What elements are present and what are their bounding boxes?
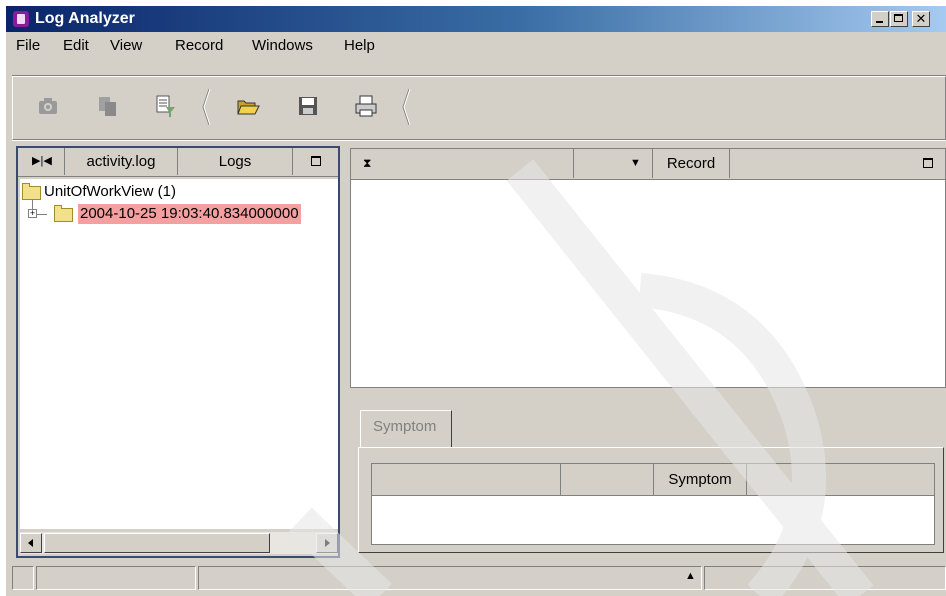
record-content[interactable] [351, 180, 945, 387]
app-window: Log Analyzer ✕ File Edit View Record Win… [6, 6, 946, 596]
symptom-panel: Symptom Symptom [350, 390, 946, 558]
print-icon [355, 95, 377, 117]
app-icon [13, 11, 29, 27]
folder-open-icon [22, 183, 41, 200]
maximize-button[interactable] [890, 11, 908, 27]
logs-pane: ▶|◀ activity.log Logs UnitOfWorkView (1)… [16, 146, 340, 558]
tree-node-label: 2004-10-25 19:03:40.834000000 [78, 204, 301, 224]
logs-maximize-button[interactable] [293, 148, 337, 175]
horizontal-scrollbar[interactable] [20, 532, 338, 554]
scroll-left-button[interactable] [20, 533, 42, 553]
record-dropdown[interactable]: ▼ [574, 149, 653, 178]
log-tree[interactable]: UnitOfWorkView (1) + 2004-10-25 19:03:40… [20, 179, 338, 529]
expand-icon[interactable]: + [28, 209, 37, 218]
record-maximize-button[interactable] [903, 149, 945, 178]
first-last-icon: ▶|◀ [32, 155, 52, 167]
maximize-icon [894, 14, 903, 22]
camera-button[interactable] [35, 93, 61, 119]
status-cell [36, 566, 196, 590]
scroll-right-button[interactable] [316, 533, 338, 553]
window-title: Log Analyzer [35, 10, 135, 27]
logs-pane-header: ▶|◀ activity.log Logs [18, 148, 338, 177]
copy-icon [99, 97, 116, 116]
close-button[interactable]: ✕ [912, 11, 930, 27]
menu-help[interactable]: Help [344, 37, 375, 54]
tree-node[interactable]: + 2004-10-25 19:03:40.834000000 [20, 200, 338, 224]
title-bar[interactable]: Log Analyzer ✕ [6, 6, 946, 32]
status-cell [12, 566, 34, 590]
menu-record[interactable]: Record [175, 37, 223, 54]
sort-button[interactable]: ⧗ [351, 149, 574, 178]
up-arrow-icon[interactable]: ▲ [685, 570, 696, 582]
tab-symptom[interactable]: Symptom [360, 410, 452, 448]
open-folder-icon [237, 100, 260, 115]
toolbar-separator [401, 87, 411, 127]
minimize-icon [876, 21, 883, 23]
menu-file[interactable]: File [16, 37, 40, 54]
folder-icon [54, 205, 73, 222]
record-pane-title: Record [653, 149, 730, 178]
copy-button[interactable] [95, 93, 121, 119]
status-cell [704, 566, 946, 590]
column-header[interactable] [372, 464, 561, 495]
column-header[interactable] [561, 464, 654, 495]
symptom-tab-panel: Symptom [358, 447, 944, 553]
print-button[interactable] [353, 93, 379, 119]
column-header-symptom[interactable]: Symptom [654, 464, 747, 495]
menu-edit[interactable]: Edit [63, 37, 89, 54]
save-button[interactable] [295, 93, 321, 119]
tree-root-label: UnitOfWorkView (1) [44, 183, 176, 200]
minimize-button[interactable] [871, 11, 889, 27]
open-button[interactable] [235, 93, 261, 119]
save-icon [299, 97, 317, 115]
right-arrow-icon [325, 539, 330, 547]
menu-bar: File Edit View Record Windows Help [6, 34, 946, 56]
menu-windows[interactable]: Windows [252, 37, 313, 54]
record-pane-header: ⧗ ▼ Record [351, 149, 945, 180]
status-cell: ▲ [198, 566, 702, 590]
logs-pane-title: Logs [178, 148, 293, 175]
sort-icon: ⧗ [363, 156, 372, 170]
maximize-icon [923, 158, 933, 168]
log-file-label[interactable]: activity.log [65, 148, 178, 175]
left-arrow-icon [28, 539, 33, 547]
column-header[interactable] [747, 464, 933, 495]
scrollbar-thumb[interactable] [44, 533, 270, 553]
toolbar-separator [201, 87, 211, 127]
filter-icon [156, 95, 175, 117]
symptom-table[interactable]: Symptom [371, 463, 935, 545]
menu-view[interactable]: View [110, 37, 142, 54]
maximize-icon [311, 156, 321, 166]
record-pane: ⧗ ▼ Record [350, 148, 946, 388]
filter-button[interactable] [151, 93, 177, 119]
chevron-down-icon: ▼ [630, 157, 641, 169]
close-icon: ✕ [915, 11, 927, 26]
camera-icon [39, 98, 57, 114]
toolbar [12, 75, 946, 141]
status-bar: ▲ [12, 564, 946, 592]
symptom-table-header: Symptom [372, 464, 934, 496]
navigation-button[interactable]: ▶|◀ [18, 148, 65, 175]
